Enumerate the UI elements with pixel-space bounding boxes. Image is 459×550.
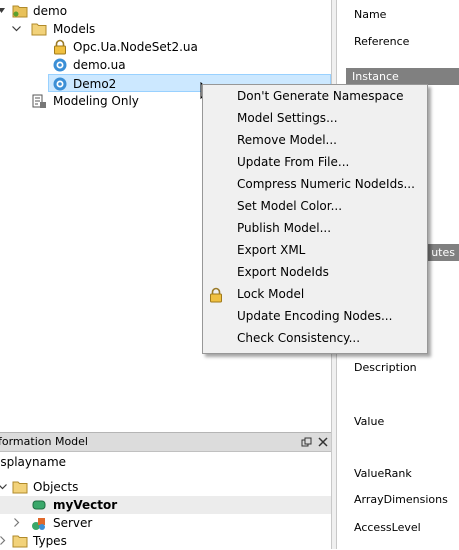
collapse-arrow-icon[interactable]: [0, 536, 7, 545]
lock-icon: [210, 287, 222, 303]
modeling-tool-icon: [32, 94, 46, 108]
folder-icon: [12, 5, 28, 18]
prop-valuerank-label: ValueRank: [354, 467, 412, 480]
collapse-arrow-icon[interactable]: [12, 518, 21, 527]
prop-name-label: Name: [354, 8, 387, 21]
panel-header: formation Model: [0, 432, 331, 452]
menu-item-compress-numeric-nodeids[interactable]: Compress Numeric NodeIds...: [237, 173, 415, 195]
section-instance-label: Instance: [352, 70, 399, 83]
folder-icon: [31, 23, 47, 36]
expand-arrow-icon[interactable]: [0, 482, 7, 491]
context-menu: Don't Generate Namespace Model Settings.…: [202, 84, 428, 354]
column-header-label: isplayname: [0, 455, 67, 469]
tree-label-demo: demo: [33, 4, 68, 18]
prop-arraydimensions-label: ArrayDimensions: [354, 493, 448, 506]
pin-icon[interactable]: [301, 437, 312, 448]
tree-label-demo-ua: demo.ua: [73, 58, 126, 72]
menu-item-remove-model[interactable]: Remove Model...: [237, 129, 337, 151]
tree-node-demo[interactable]: demo: [0, 2, 331, 20]
menu-item-check-consistency[interactable]: Check Consistency...: [237, 327, 360, 349]
tree-label-demo2: Demo2: [73, 77, 117, 91]
menu-item-publish-model[interactable]: Publish Model...: [237, 217, 331, 239]
menu-item-set-model-color[interactable]: Set Model Color...: [237, 195, 342, 217]
tree-node-demo-ua[interactable]: demo.ua: [0, 56, 331, 74]
information-model-panel: formation Model isplayname Objects myVec…: [0, 432, 331, 549]
server-objects-icon: [32, 518, 45, 530]
tree-node-nodeset2[interactable]: Opc.Ua.NodeSet2.ua: [0, 38, 331, 56]
close-icon[interactable]: [318, 437, 328, 447]
prop-reference-label: Reference: [354, 35, 410, 48]
menu-item-lock-model[interactable]: Lock Model: [237, 283, 304, 305]
menu-item-export-nodeids[interactable]: Export NodeIds: [237, 261, 329, 283]
lock-icon: [54, 39, 66, 55]
menu-item-export-xml[interactable]: Export XML: [237, 239, 305, 261]
tree-node-types[interactable]: Types: [0, 532, 331, 550]
panel-title: formation Model: [0, 435, 88, 448]
tree-node-objects[interactable]: Objects: [0, 478, 331, 496]
menu-item-model-settings[interactable]: Model Settings...: [237, 107, 338, 129]
section-instance-header[interactable]: Instance: [346, 68, 459, 85]
folder-icon: [12, 481, 28, 494]
column-header-displayname[interactable]: isplayname: [0, 452, 331, 472]
model-gear-icon: [53, 77, 67, 91]
tree-label-types: Types: [33, 534, 67, 548]
tree-label-server: Server: [53, 516, 93, 530]
menu-item-dont-generate-namespace[interactable]: Don't Generate Namespace: [237, 85, 403, 107]
tree-label-nodeset2: Opc.Ua.NodeSet2.ua: [73, 40, 198, 54]
expand-arrow-icon[interactable]: [12, 24, 21, 33]
tree-label-objects: Objects: [33, 480, 79, 494]
prop-accesslevel-label: AccessLevel: [354, 521, 421, 534]
model-gear-icon: [53, 58, 67, 72]
tree-node-models[interactable]: Models: [0, 20, 331, 38]
section-attributes-label: utes: [431, 246, 455, 259]
menu-item-update-from-file[interactable]: Update From File...: [237, 151, 349, 173]
prop-value-label: Value: [354, 415, 385, 428]
menu-item-update-encoding-nodes[interactable]: Update Encoding Nodes...: [237, 305, 392, 327]
tree-label-models: Models: [53, 22, 96, 36]
variable-icon: [32, 500, 46, 510]
folder-icon: [12, 535, 28, 548]
tree-label-modeling-only: Modeling Only: [53, 94, 139, 108]
tree-node-server[interactable]: Server: [0, 514, 331, 532]
prop-description-label: Description: [354, 361, 417, 374]
tree-label-myvector: myVector: [53, 498, 118, 512]
tree-node-myvector[interactable]: myVector: [0, 496, 331, 514]
expand-arrow-icon[interactable]: [0, 6, 7, 15]
